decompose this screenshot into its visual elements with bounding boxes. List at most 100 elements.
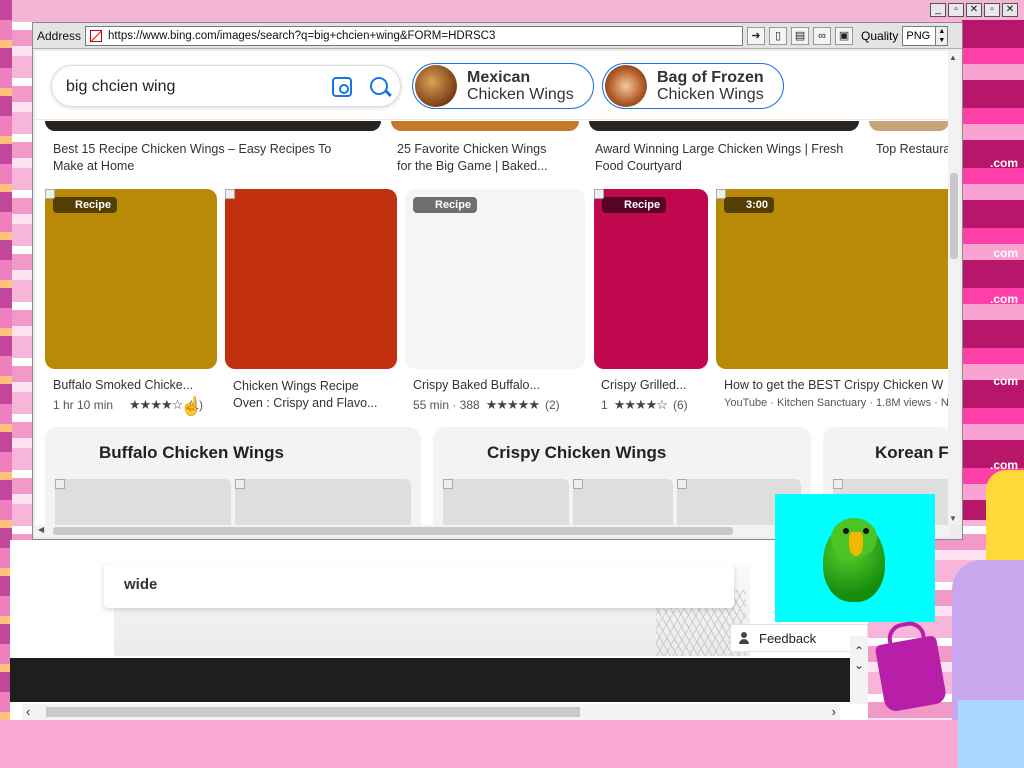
caption-line: for the Big Game | Baked... [397, 159, 548, 173]
result-card[interactable]: Recipe [45, 189, 217, 369]
result-meta: 1 ★★★★☆ (6) [601, 397, 688, 413]
panel-image[interactable] [443, 479, 569, 525]
lower-browser-window: wide Feedback ⌃ ⌄ ‹ › [10, 540, 868, 720]
result-card[interactable]: 3:00 [716, 189, 949, 369]
character-legs [958, 700, 1024, 768]
broken-image-icon [443, 479, 453, 489]
result-caption[interactable]: 25 Favorite Chicken Wings for the Big Ga… [397, 141, 577, 175]
scrollbar-thumb[interactable] [53, 527, 733, 535]
spinner-icon[interactable]: ▲ ▼ [935, 26, 948, 45]
caption-line: Top Restaura [876, 142, 949, 156]
hand-cursor-icon: ☝ [180, 396, 203, 416]
parrot-eye [843, 528, 849, 534]
parrot-animation [775, 494, 935, 622]
pill-subtitle: Chicken Wings [657, 86, 764, 103]
title-line: Oven : Crispy and Flavo... [233, 396, 378, 410]
chevron-up-icon[interactable]: ▲ [949, 53, 957, 62]
scrollbar-thumb[interactable] [950, 173, 958, 259]
topic-panel[interactable]: Crispy Chicken Wings [433, 427, 811, 525]
binoculars-icon[interactable]: ∞ [813, 26, 832, 45]
caption-line: 25 Favorite Chicken Wings [397, 142, 547, 156]
result-card[interactable]: Recipe [405, 189, 585, 369]
com-label: com [993, 246, 1018, 260]
chevron-left-icon[interactable]: ‹ [26, 704, 30, 719]
result-title[interactable]: Crispy Grilled... [601, 378, 686, 392]
page-icon[interactable]: ▤ [791, 26, 810, 45]
chevron-left-icon[interactable]: ◀ [38, 525, 44, 534]
result-image[interactable] [391, 121, 579, 131]
result-meta: 55 min · 388 ★★★★★ (2) [413, 397, 560, 413]
panel-image[interactable] [55, 479, 231, 525]
cook-time: 1 [601, 398, 608, 412]
chevron-right-icon[interactable]: › [832, 704, 836, 719]
related-pill[interactable]: Mexican Chicken Wings [412, 63, 594, 109]
broken-image-icon [235, 479, 245, 489]
desktop-top-band [0, 0, 1024, 20]
related-pill[interactable]: Bag of Frozen Chicken Wings [602, 63, 784, 109]
broken-image-icon [677, 479, 687, 489]
recipe-badge: Recipe [413, 197, 478, 213]
header-divider [35, 119, 949, 120]
window-controls: _ ▫ ✕ ▫ ✕ [930, 3, 1018, 17]
horizontal-scrollbar[interactable]: ‹ › [22, 704, 840, 720]
quality-select[interactable]: PNG ▲ ▼ [902, 25, 949, 46]
pill-thumbnail [415, 65, 457, 107]
close-icon[interactable]: ✕ [966, 3, 982, 17]
video-duration-badge: 3:00 [724, 197, 775, 213]
person-icon [739, 632, 751, 644]
result-caption[interactable]: Best 15 Recipe Chicken Wings – Easy Reci… [53, 141, 373, 175]
chevron-down-icon[interactable]: ⌄ [850, 658, 868, 672]
go-arrow-icon[interactable]: ➜ [747, 26, 766, 45]
wide-card[interactable]: wide [104, 564, 734, 608]
panel-image[interactable] [235, 479, 411, 525]
result-caption[interactable]: Award Winning Large Chicken Wings | Fres… [595, 141, 865, 175]
address-label: Address [37, 28, 82, 43]
result-title[interactable]: Chicken Wings Recipe Oven : Crispy and F… [233, 378, 378, 412]
bookmark-icon[interactable]: ▯ [769, 26, 788, 45]
pill-title: Mexican [467, 69, 531, 86]
wide-label: wide [124, 576, 158, 593]
vertical-scrollbar[interactable]: ▲ ▼ [948, 51, 960, 525]
visual-search-icon[interactable] [332, 77, 352, 97]
clipboard-icon[interactable]: ▣ [835, 26, 854, 45]
result-card[interactable]: Recipe [594, 189, 708, 369]
panel-image[interactable] [573, 479, 673, 525]
minimize-icon[interactable]: _ [930, 3, 946, 17]
url-field[interactable]: https://www.bing.com/images/search?q=big… [85, 25, 744, 46]
search-input[interactable]: big chcien wing [66, 78, 175, 96]
pill-subtitle: Chicken Wings [467, 86, 574, 103]
desktop-right-banner: .com com .com com .com [962, 20, 1024, 520]
panel-title: Buffalo Chicken Wings [99, 443, 284, 462]
scrollbar-thumb[interactable] [46, 707, 580, 717]
result-card[interactable] [225, 189, 397, 369]
result-image[interactable] [589, 121, 859, 131]
title-line: Chicken Wings Recipe [233, 379, 359, 393]
chevron-up-icon[interactable]: ⌃ [850, 644, 868, 658]
vertical-scrollbar[interactable]: ⌃ ⌄ [850, 636, 868, 704]
result-image[interactable] [869, 121, 949, 131]
black-bar [10, 658, 850, 702]
caption-line: Best 15 Recipe Chicken Wings – Easy Reci… [53, 142, 332, 156]
result-caption[interactable]: Top Restaura [876, 141, 949, 158]
close-icon[interactable]: ✕ [1002, 3, 1018, 17]
feedback-button[interactable]: Feedback [730, 624, 868, 652]
panel-title: Korean F [875, 443, 949, 462]
quality-label: Quality [861, 28, 899, 43]
result-image[interactable] [45, 121, 381, 131]
result-title[interactable]: How to get the BEST Crispy Chicken W [724, 378, 943, 392]
star-rating: ★★★★☆ [613, 397, 668, 412]
chevron-down-icon[interactable]: ▼ [949, 514, 957, 523]
result-title[interactable]: Buffalo Smoked Chicke... [53, 378, 193, 392]
recipe-badge: Recipe [602, 197, 667, 213]
caption-line: Award Winning Large Chicken Wings | Fres… [595, 142, 844, 156]
restore-icon[interactable]: ▫ [948, 3, 964, 17]
pill-thumbnail [605, 65, 647, 107]
restore-icon[interactable]: ▫ [984, 3, 1000, 17]
parrot-beak [849, 532, 863, 556]
search-icon[interactable] [370, 77, 388, 95]
topic-panel[interactable]: Buffalo Chicken Wings [45, 427, 421, 525]
parrot-eye [863, 528, 869, 534]
panel-title: Crispy Chicken Wings [487, 443, 667, 462]
search-box[interactable]: big chcien wing [51, 65, 401, 107]
result-title[interactable]: Crispy Baked Buffalo... [413, 378, 540, 392]
